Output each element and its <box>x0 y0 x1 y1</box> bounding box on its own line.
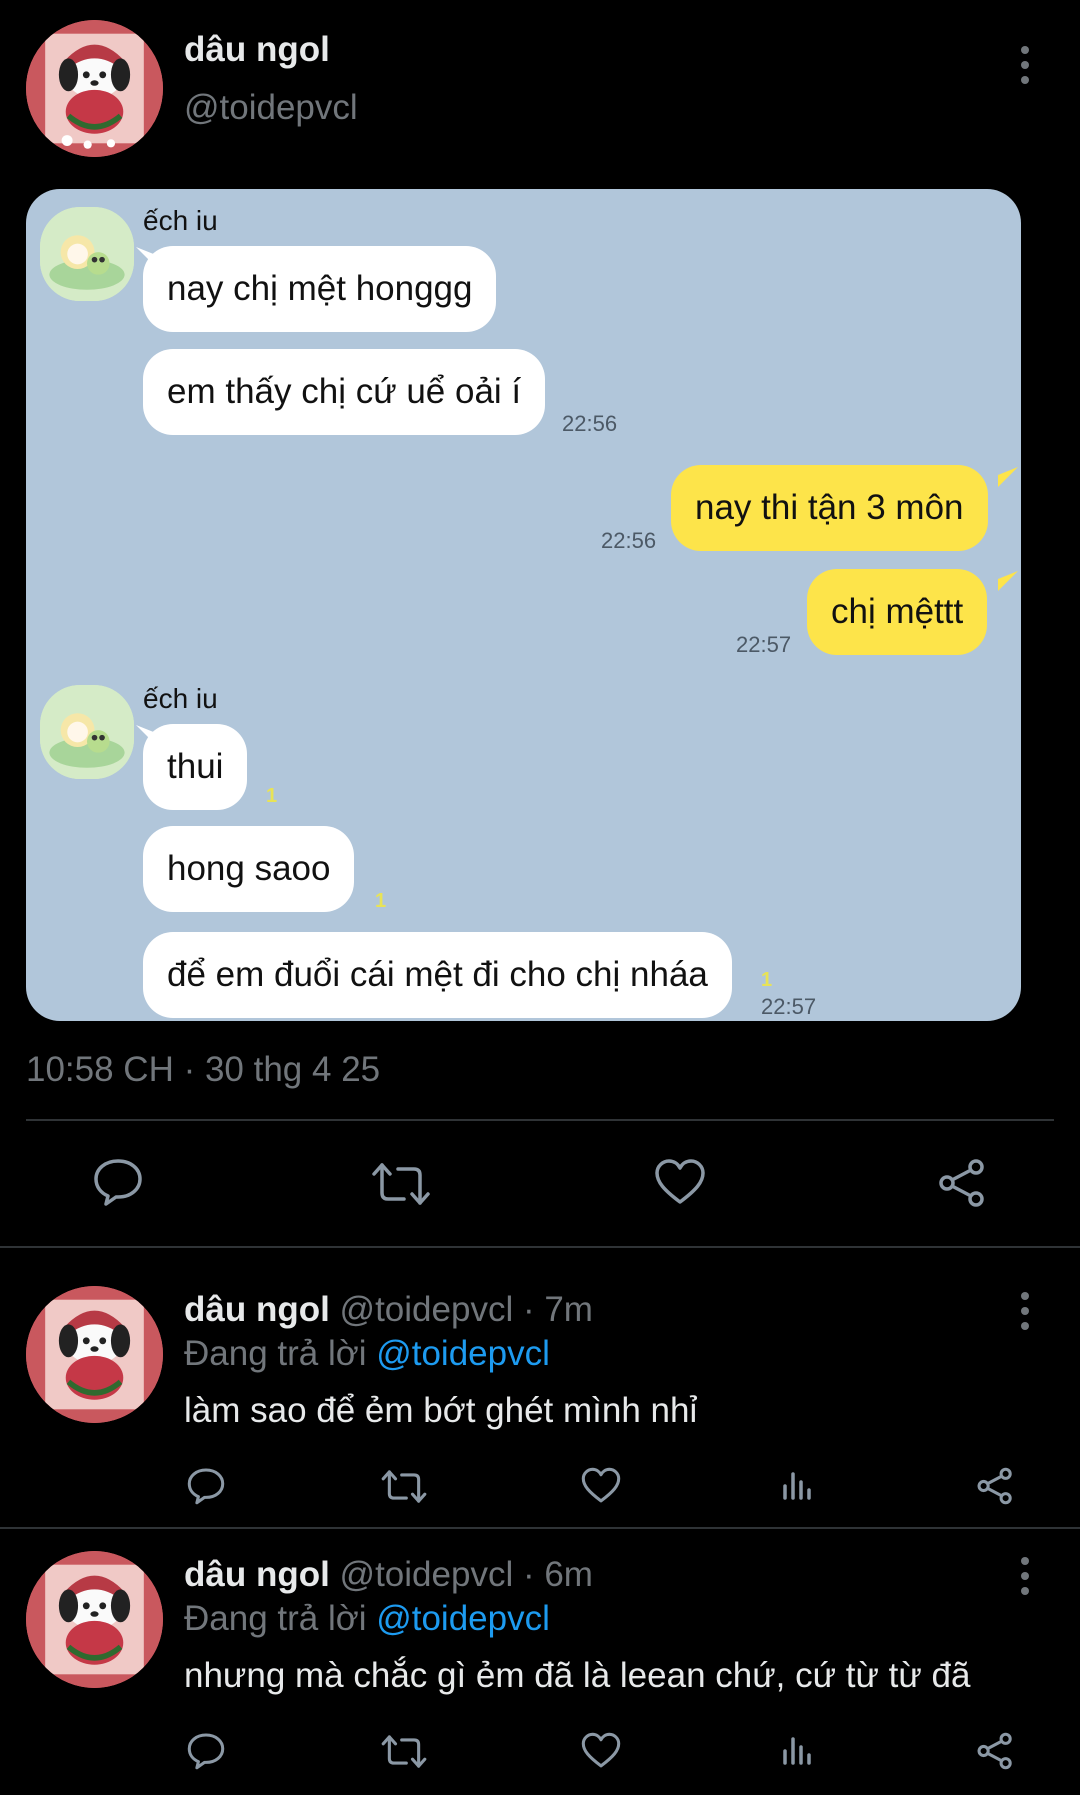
replying-to-line: Đang trả lời @toidepvcl <box>184 1334 550 1374</box>
chat-message-time: 22:56 <box>562 411 618 436</box>
chat-message-incoming: để em đuổi cái mệt đi cho chị nháa <box>143 932 732 1018</box>
reply-display-name[interactable]: dâu ngol <box>184 1290 330 1329</box>
divider <box>0 1527 1080 1529</box>
chat-unread-count: 1 <box>761 969 773 991</box>
like-icon[interactable] <box>654 1158 706 1206</box>
reply-icon[interactable] <box>92 1157 144 1207</box>
reply-text[interactable]: làm sao để ẻm bớt ghét mình nhỉ <box>184 1391 697 1431</box>
analytics-icon[interactable] <box>781 1468 815 1502</box>
like-icon[interactable] <box>581 1467 621 1504</box>
chat-sender-name: ếch iu <box>143 205 218 236</box>
author-handle[interactable]: @toidepvcl <box>184 88 358 128</box>
replying-to-line: Đang trả lời @toidepvcl <box>184 1599 550 1639</box>
more-options-icon[interactable] <box>1015 1557 1035 1595</box>
more-options-icon[interactable] <box>1015 1292 1035 1330</box>
analytics-icon[interactable] <box>781 1733 815 1767</box>
reply-meta: @toidepvcl · 7m <box>339 1290 593 1329</box>
chat-contact-avatar <box>40 685 134 779</box>
chat-unread-count: 1 <box>375 890 387 912</box>
reply-meta: @toidepvcl · 6m <box>339 1555 593 1594</box>
author-display-name[interactable]: dâu ngol <box>184 30 330 70</box>
retweet-icon[interactable] <box>380 1733 428 1770</box>
share-icon[interactable] <box>975 1467 1015 1505</box>
chat-message-incoming: nay chị mệt honggg <box>143 246 497 332</box>
share-icon[interactable] <box>936 1158 988 1208</box>
divider <box>0 1246 1080 1248</box>
more-options-icon[interactable] <box>1015 46 1035 84</box>
replying-to-label: Đang trả lời <box>184 1334 367 1373</box>
mention-link[interactable]: @toidepvcl <box>376 1334 550 1373</box>
chat-message-time: 22:57 <box>761 994 817 1019</box>
chat-message-time: 22:57 <box>736 632 792 657</box>
reply-icon[interactable] <box>186 1732 226 1770</box>
reply-display-name[interactable]: dâu ngol <box>184 1555 330 1594</box>
like-icon[interactable] <box>581 1732 621 1769</box>
chat-message-outgoing: nay thi tận 3 môn <box>671 465 988 551</box>
chat-message-incoming: thui <box>143 724 248 810</box>
retweet-icon[interactable] <box>370 1160 432 1208</box>
chat-message-incoming: em thấy chị cứ uể oải í <box>143 349 546 435</box>
mention-link[interactable]: @toidepvcl <box>376 1599 550 1638</box>
reply-author-avatar[interactable] <box>26 1551 163 1688</box>
post-timestamp[interactable]: 10:58 CH · 30 thg 4 25 <box>26 1050 380 1090</box>
tweet-detail-screen: dâu ngol @toidepvcl ếch iu nay chị mệt h… <box>0 0 1080 1795</box>
divider <box>26 1119 1054 1121</box>
replying-to-label: Đang trả lời <box>184 1599 367 1638</box>
author-avatar[interactable] <box>26 20 163 157</box>
post-image-chat-screenshot[interactable]: ếch iu nay chị mệt honggg em thấy chị cứ… <box>26 189 1021 1021</box>
chat-sender-name: ếch iu <box>143 683 218 714</box>
retweet-icon[interactable] <box>380 1468 428 1505</box>
reply-icon[interactable] <box>186 1467 226 1505</box>
chat-message-outgoing: chị mệttt <box>807 569 988 655</box>
chat-message-time: 22:56 <box>601 528 657 553</box>
reply-header[interactable]: dâu ngol @toidepvcl · 7m <box>184 1290 593 1330</box>
reply-author-avatar[interactable] <box>26 1286 163 1423</box>
reply-text[interactable]: nhưng mà chắc gì ẻm đã là leean chứ, cứ … <box>184 1656 970 1696</box>
chat-message-incoming: hong saoo <box>143 826 355 912</box>
chat-contact-avatar <box>40 207 134 301</box>
chat-unread-count: 1 <box>266 785 278 807</box>
reply-header[interactable]: dâu ngol @toidepvcl · 6m <box>184 1555 593 1595</box>
share-icon[interactable] <box>975 1732 1015 1770</box>
